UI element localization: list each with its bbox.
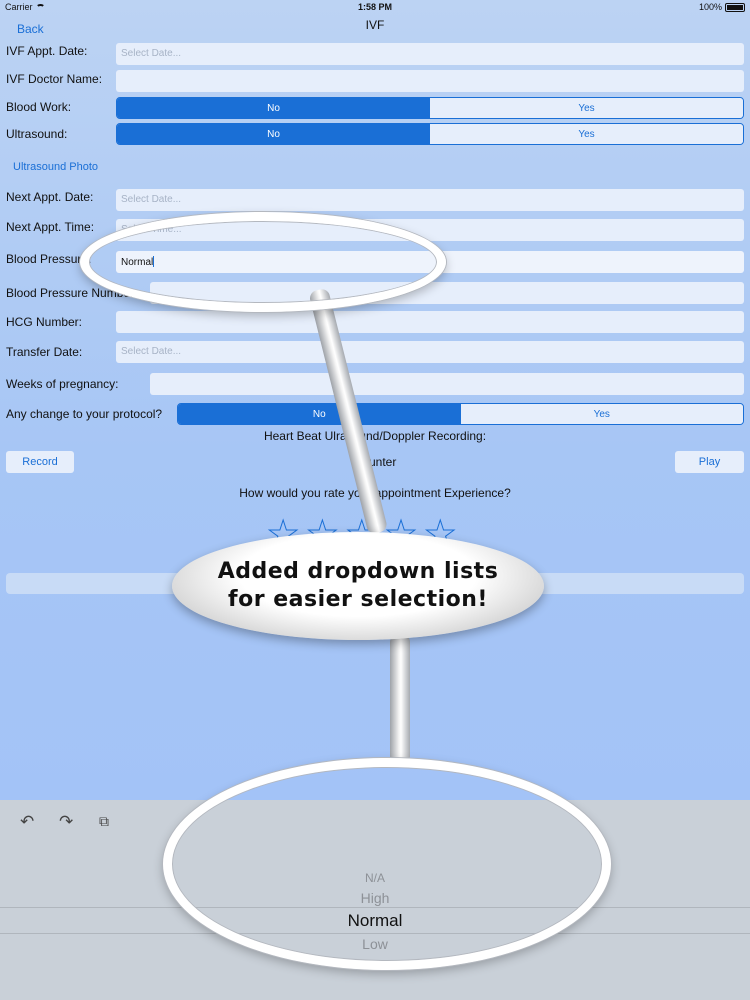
redo-icon[interactable]: ↷	[59, 812, 73, 832]
ivf-appt-date-field[interactable]: Select Date...	[116, 43, 744, 65]
clipboard-icon[interactable]: ⧉	[99, 813, 109, 830]
ultrasound-label: Ultrasound:	[6, 127, 68, 141]
status-time: 1:58 PM	[357, 2, 392, 12]
hcg-number-field[interactable]	[116, 311, 744, 333]
blood-work-segmented-control[interactable]: No Yes	[116, 97, 744, 119]
blood-work-no-option[interactable]: No	[117, 98, 430, 118]
weeks-of-pregnancy-field[interactable]	[150, 373, 744, 395]
recording-heading: Heart Beat Ulrasound/Doppler Recording:	[263, 429, 487, 443]
callout-line-1: Added dropdown lists	[217, 559, 499, 584]
protocol-yes-option[interactable]: Yes	[460, 404, 743, 424]
blood-work-yes-option[interactable]: Yes	[430, 98, 743, 118]
hcg-number-label: HCG Number:	[6, 315, 83, 329]
callout-stem-lower	[390, 634, 410, 764]
blood-work-label: Blood Work:	[6, 100, 72, 114]
next-appt-time-label: Next Appt. Time:	[6, 220, 95, 234]
next-appt-date-field[interactable]: Select Date...	[116, 189, 744, 211]
callout-ring-top	[80, 212, 446, 312]
ultrasound-photo-link[interactable]: Ultrasound Photo	[13, 161, 98, 173]
ivf-doctor-name-field[interactable]	[116, 70, 744, 92]
status-bar: Carrier 1:58 PM 100%	[0, 0, 750, 16]
battery-icon	[725, 2, 745, 12]
ultrasound-no-option[interactable]: No	[117, 124, 430, 144]
callout-ring-bottom	[163, 758, 611, 970]
protocol-change-segmented-control[interactable]: No Yes	[177, 403, 744, 425]
transfer-date-label: Transfer Date:	[6, 345, 83, 359]
weeks-of-pregnancy-label: Weeks of pregnancy:	[6, 377, 119, 391]
callout-line-2: for easier selection!	[228, 587, 488, 612]
battery-percent: 100%	[698, 2, 722, 12]
next-appt-date-label: Next Appt. Date:	[6, 190, 94, 204]
callout-bubble: Added dropdown lists for easier selectio…	[172, 532, 544, 640]
transfer-date-field[interactable]: Select Date...	[116, 341, 744, 363]
ultrasound-yes-option[interactable]: Yes	[430, 124, 743, 144]
battery-indicator: 100%	[699, 2, 745, 12]
page-title: IVF	[365, 18, 385, 32]
protocol-change-label: Any change to your protocol?	[6, 407, 163, 421]
undo-icon[interactable]: ↶	[20, 812, 34, 832]
ivf-appt-date-label: IVF Appt. Date:	[6, 44, 88, 58]
ivf-doctor-name-label: IVF Doctor Name:	[6, 72, 103, 86]
ultrasound-segmented-control[interactable]: No Yes	[116, 123, 744, 145]
protocol-no-option[interactable]: No	[178, 404, 461, 424]
play-button[interactable]: Play	[675, 451, 744, 473]
recording-counter: Counter	[353, 455, 397, 469]
blood-pressure-label: Blood Pressure:	[6, 252, 92, 266]
